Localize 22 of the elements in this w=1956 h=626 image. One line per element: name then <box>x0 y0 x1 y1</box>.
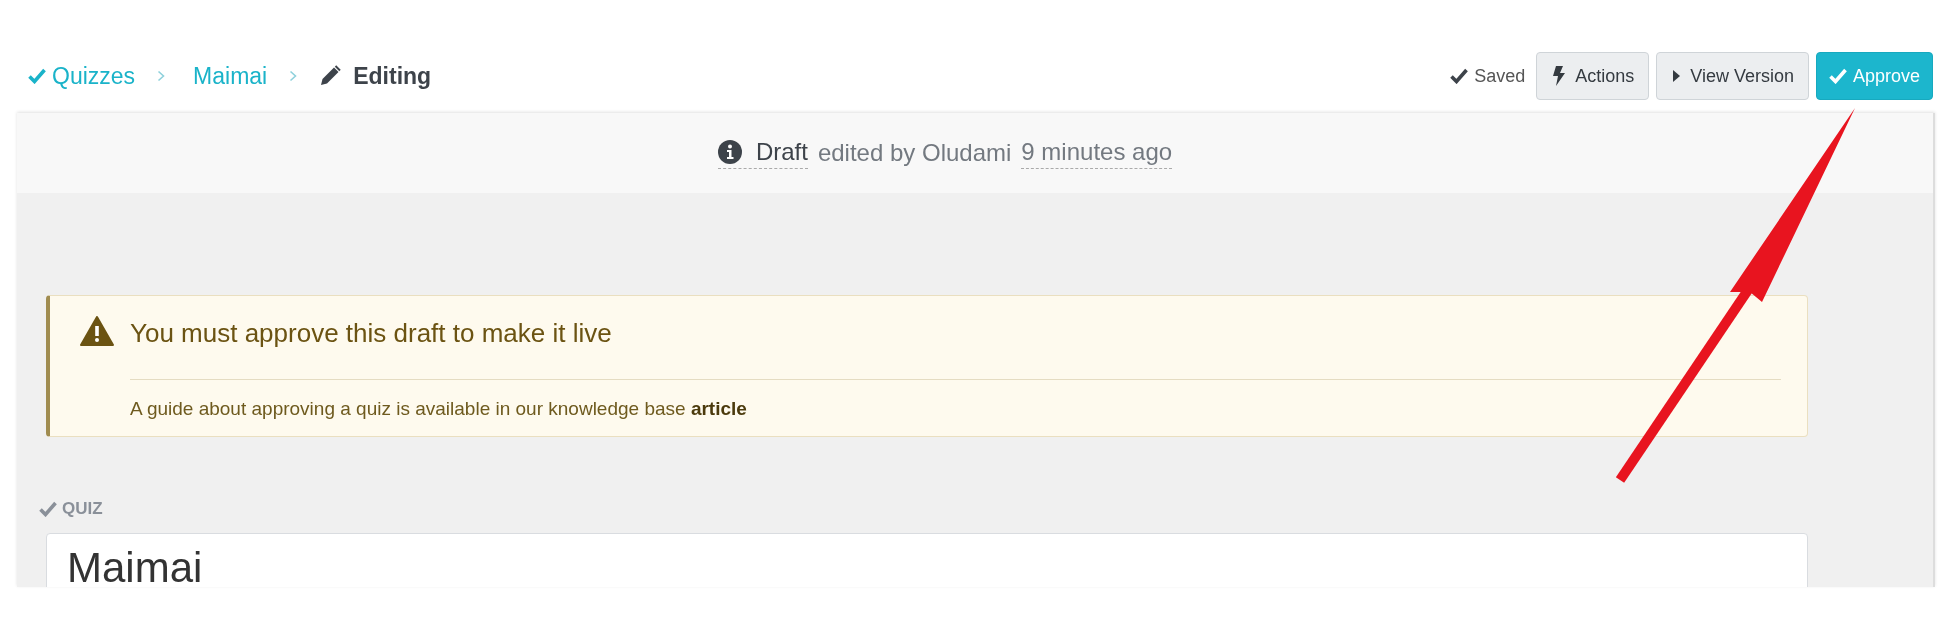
editor-text: edited by Oludami <box>817 139 1012 167</box>
chevron-icon <box>157 70 166 82</box>
lightning-icon <box>1553 66 1566 86</box>
actions-button[interactable]: Actions <box>1536 52 1650 100</box>
caret-icon <box>1673 70 1681 82</box>
info-icon <box>717 139 742 164</box>
draft-label[interactable]: Draft <box>755 137 808 166</box>
check-icon <box>1450 68 1469 84</box>
breadcrumb-current[interactable]: Editing <box>353 62 432 90</box>
pencil-icon <box>319 65 342 87</box>
alert-message: A guide about approving a quiz is available in our knowledge base article <box>130 396 748 421</box>
alert-title: You must approve this draft to make it live <box>130 310 1781 380</box>
view-version-button[interactable]: View Version <box>1656 52 1809 100</box>
chevron-icon <box>289 70 298 82</box>
edit-time[interactable]: 9 minutes ago <box>1021 137 1173 166</box>
saved-status: Saved <box>1474 65 1526 87</box>
check-icon <box>39 501 57 517</box>
check-icon <box>28 68 46 84</box>
field-label: QUIZ <box>62 499 103 519</box>
quiz-name-field[interactable]: Maimai <box>46 533 1808 587</box>
check-icon <box>1828 68 1847 84</box>
warning-icon <box>80 316 114 346</box>
